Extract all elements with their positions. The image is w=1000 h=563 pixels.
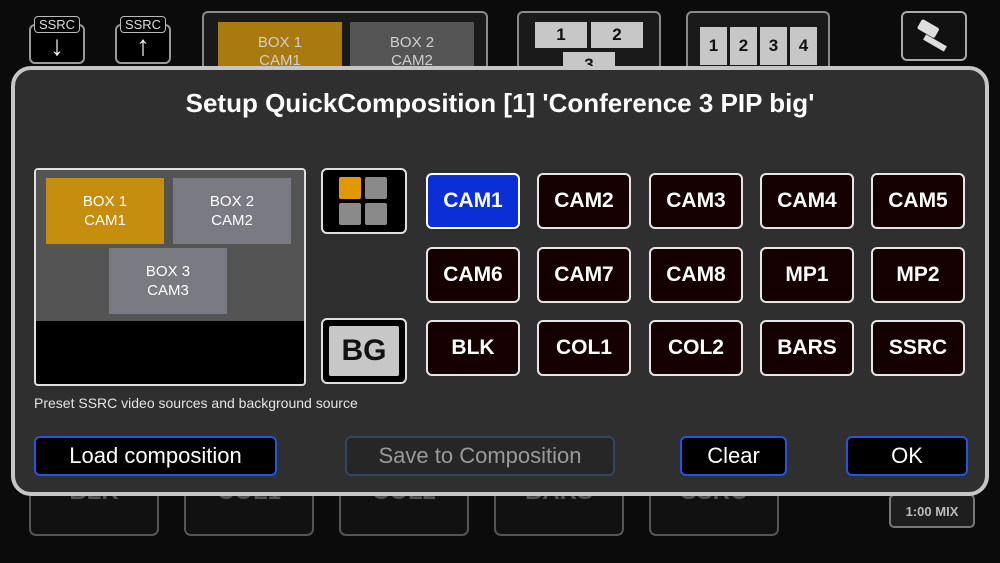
load-composition-button[interactable]: Load composition bbox=[34, 436, 277, 476]
source-cam3-button[interactable]: CAM3 bbox=[649, 173, 743, 229]
clear-button[interactable]: Clear bbox=[680, 436, 787, 476]
composition-preview: BOX 1 CAM1 BOX 2 CAM2 BOX 3 CAM3 bbox=[34, 168, 306, 386]
quick-composition-dialog: Setup QuickComposition [1] 'Conference 3… bbox=[11, 66, 989, 496]
source-cam7-button[interactable]: CAM7 bbox=[537, 247, 631, 303]
box-2-label: BOX 2 bbox=[209, 193, 255, 210]
composition-preview-background[interactable]: BOX 1 CAM1 BOX 2 CAM2 bbox=[202, 11, 488, 72]
bg-box-1: BOX 1 CAM1 bbox=[218, 22, 342, 72]
layout-cell: 1 bbox=[535, 22, 587, 48]
ok-button[interactable]: OK bbox=[846, 436, 968, 476]
source-cam2-button[interactable]: CAM2 bbox=[537, 173, 631, 229]
source-blk-button[interactable]: BLK bbox=[426, 320, 520, 376]
layout-cell: 1 bbox=[700, 27, 727, 65]
source-mp2-button[interactable]: MP2 bbox=[871, 247, 965, 303]
ssrc-upload-button[interactable]: SSRC ↑ bbox=[115, 16, 171, 64]
preview-box-2[interactable]: BOX 2 CAM2 bbox=[173, 178, 291, 244]
source-col2-button[interactable]: COL2 bbox=[649, 320, 743, 376]
source-cam1-button[interactable]: CAM1 bbox=[426, 173, 520, 229]
source-col1-button[interactable]: COL1 bbox=[537, 320, 631, 376]
bg-box-1-label: BOX 1 bbox=[257, 34, 303, 51]
layout-cell: 3 bbox=[760, 27, 787, 65]
box-3-label: BOX 3 bbox=[145, 263, 191, 280]
save-to-composition-button[interactable]: Save to Composition bbox=[345, 436, 615, 476]
layout-cell: 4 bbox=[790, 27, 817, 65]
hammer-button[interactable] bbox=[901, 11, 967, 61]
ssrc-download-button[interactable]: SSRC ↓ bbox=[29, 16, 85, 64]
preview-box-3[interactable]: BOX 3 CAM3 bbox=[109, 248, 227, 314]
source-ssrc-button[interactable]: SSRC bbox=[871, 320, 965, 376]
layout-cell: 2 bbox=[591, 22, 643, 48]
hint-text: Preset SSRC video sources and background… bbox=[34, 395, 358, 411]
source-cam6-button[interactable]: CAM6 bbox=[426, 247, 520, 303]
box-layout-button[interactable] bbox=[321, 168, 407, 234]
source-cam8-button[interactable]: CAM8 bbox=[649, 247, 743, 303]
bg-box-2: BOX 2 CAM2 bbox=[350, 22, 474, 72]
preview-box-1[interactable]: BOX 1 CAM1 bbox=[46, 178, 164, 244]
dialog-title: Setup QuickComposition [1] 'Conference 3… bbox=[185, 88, 815, 118]
source-cam5-button[interactable]: CAM5 bbox=[871, 173, 965, 229]
source-mp1-button[interactable]: MP1 bbox=[760, 247, 854, 303]
box-3-source: CAM3 bbox=[147, 282, 189, 299]
mix-duration-button[interactable]: 1:00 MIX bbox=[889, 494, 975, 528]
hammer-icon bbox=[917, 19, 947, 52]
arrow-up-icon: ↑ bbox=[136, 30, 150, 61]
layout-4-button[interactable]: 1 2 3 4 bbox=[686, 11, 830, 71]
arrow-down-icon: ↓ bbox=[50, 30, 64, 61]
layout-cell: 2 bbox=[730, 27, 757, 65]
box-1-label: BOX 1 bbox=[82, 193, 128, 210]
bg-box-2-label: BOX 2 bbox=[389, 34, 435, 51]
background-source-button[interactable]: BG bbox=[321, 318, 407, 384]
source-bars-button[interactable]: BARS bbox=[760, 320, 854, 376]
layout-3-button[interactable]: 1 2 3 bbox=[517, 11, 661, 78]
source-cam4-button[interactable]: CAM4 bbox=[760, 173, 854, 229]
box-2-source: CAM2 bbox=[211, 212, 253, 229]
box-1-source: CAM1 bbox=[84, 212, 126, 229]
bg-label: BG bbox=[329, 326, 399, 376]
